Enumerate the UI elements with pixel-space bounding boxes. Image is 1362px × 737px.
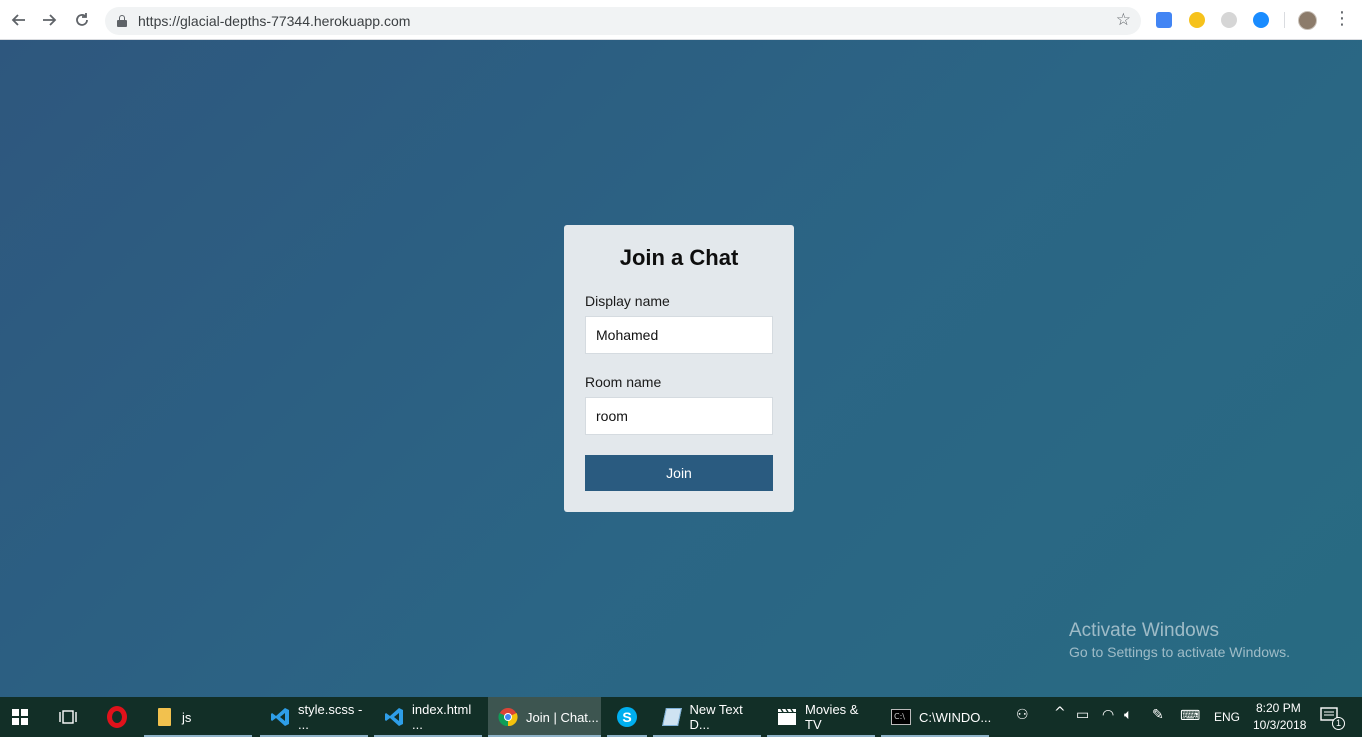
profile-avatar[interactable] xyxy=(1298,11,1317,30)
task-view-icon xyxy=(59,710,77,724)
watermark-subtitle: Go to Settings to activate Windows. xyxy=(1069,644,1290,660)
taskbar-label: C:\WINDO... xyxy=(919,709,992,725)
windows-logo-icon xyxy=(12,709,28,725)
skype-icon: S xyxy=(617,707,637,727)
join-button[interactable]: Join xyxy=(585,455,773,491)
notepad-icon xyxy=(662,707,683,727)
taskbar-item-chrome[interactable]: Join | Chat... xyxy=(488,697,601,737)
task-view-button[interactable] xyxy=(48,697,88,737)
watermark-title: Activate Windows xyxy=(1069,620,1219,641)
clock-time[interactable]: 8:20 PM xyxy=(1256,701,1301,715)
windows-taskbar: js style.scss - ... index.html ... Join … xyxy=(0,697,1362,737)
taskbar-label: New Text D... xyxy=(689,702,743,732)
taskbar-label: js xyxy=(182,709,192,725)
grey-extension-icon[interactable] xyxy=(1221,12,1237,28)
taskbar-label: style.scss - ... xyxy=(298,702,363,732)
kebab-menu-icon[interactable]: ⋮ xyxy=(1333,10,1351,28)
wifi-icon[interactable]: ◠ xyxy=(1102,707,1114,723)
language-indicator[interactable]: ENG xyxy=(1214,710,1240,724)
lock-icon xyxy=(117,15,127,27)
room-name-input[interactable] xyxy=(585,397,773,435)
translate-icon[interactable] xyxy=(1156,12,1172,28)
taskbar-item-js[interactable]: js xyxy=(144,697,252,737)
vscode-icon xyxy=(270,707,290,727)
people-icon[interactable]: ⚇ xyxy=(1016,707,1029,723)
volume-icon[interactable]: 🔈︎ xyxy=(1124,707,1132,723)
pen-icon[interactable]: ✎ xyxy=(1152,707,1164,723)
address-bar[interactable]: https://glacial-depths-77344.herokuapp.c… xyxy=(105,7,1141,35)
opera-icon xyxy=(107,706,127,728)
forward-arrow-icon[interactable] xyxy=(38,8,62,32)
taskbar-label: Movies & TV xyxy=(805,702,859,732)
movies-icon xyxy=(777,707,797,727)
start-button[interactable] xyxy=(0,697,40,737)
battery-icon[interactable]: ▭ xyxy=(1076,707,1089,723)
join-chat-card: Join a Chat Display name Room name Join xyxy=(564,225,794,512)
keyboard-icon[interactable]: ⌨ xyxy=(1180,708,1200,724)
taskbar-item-movies[interactable]: Movies & TV xyxy=(767,697,875,737)
star-icon[interactable]: ☆ xyxy=(1116,10,1131,30)
url-text[interactable]: https://glacial-depths-77344.herokuapp.c… xyxy=(138,13,410,29)
taskbar-item-skype[interactable]: S xyxy=(607,697,647,737)
page-background: Join a Chat Display name Room name Join … xyxy=(0,40,1362,697)
chrome-icon xyxy=(498,707,518,727)
taskbar-label: index.html ... xyxy=(412,702,472,732)
browser-toolbar: https://glacial-depths-77344.herokuapp.c… xyxy=(0,0,1362,40)
back-arrow-icon[interactable] xyxy=(6,8,30,32)
display-name-label: Display name xyxy=(585,293,670,309)
opera-taskbar-button[interactable] xyxy=(96,697,138,737)
activate-windows-watermark: Activate Windows Go to Settings to activ… xyxy=(1069,620,1290,660)
taskbar-item-style-scss[interactable]: style.scss - ... xyxy=(260,697,368,737)
notification-count-badge: 1 xyxy=(1332,717,1345,730)
taskbar-item-cmd[interactable]: C:\ C:\WINDO... xyxy=(881,697,992,737)
taskbar-item-notepad[interactable]: New Text D... xyxy=(653,697,761,737)
taskbar-item-index-html[interactable]: index.html ... xyxy=(374,697,482,737)
room-name-label: Room name xyxy=(585,374,662,390)
reload-icon[interactable] xyxy=(70,8,94,32)
taskbar-label: Join | Chat... xyxy=(526,709,599,725)
chevron-up-icon[interactable]: ^ xyxy=(1054,705,1066,721)
blue-extension-icon[interactable] xyxy=(1253,12,1269,28)
clock-date[interactable]: 10/3/2018 xyxy=(1253,718,1306,732)
vscode-icon xyxy=(384,707,404,727)
toolbar-divider xyxy=(1284,12,1285,28)
moon-icon[interactable] xyxy=(1189,12,1205,28)
cmd-icon: C:\ xyxy=(891,707,911,727)
card-title: Join a Chat xyxy=(619,245,739,270)
display-name-input[interactable] xyxy=(585,316,773,354)
folder-icon xyxy=(154,707,174,727)
